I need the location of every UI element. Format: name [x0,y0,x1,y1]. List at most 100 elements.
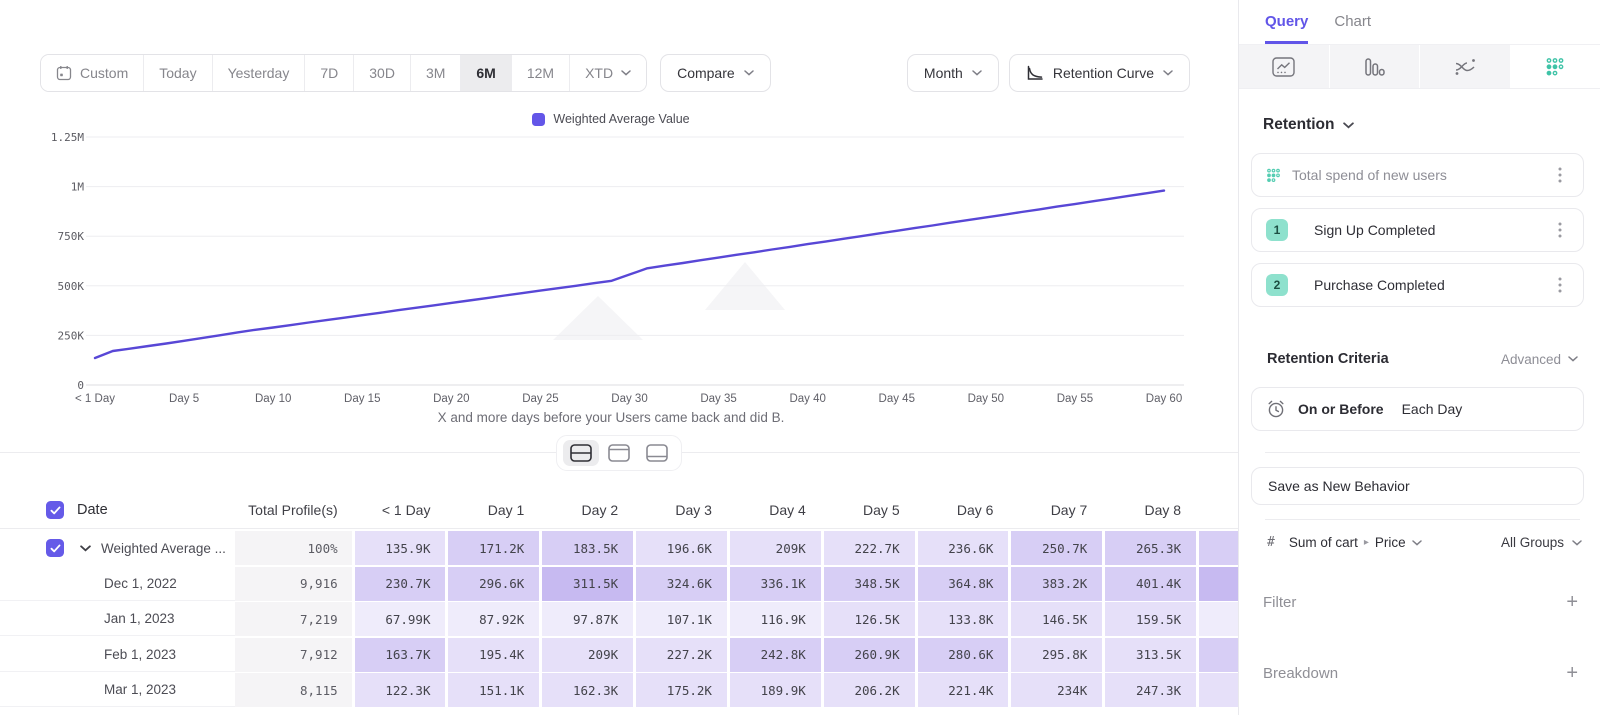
svg-text:Day 20: Day 20 [433,393,469,405]
behavior-name: Total spend of new users [1292,167,1447,183]
granularity-button[interactable]: Month [907,54,999,92]
bar-chart-icon [1363,57,1385,77]
svg-text:1M: 1M [71,181,85,194]
retention-value-cell: 151.1K [448,673,539,707]
range-12m[interactable]: 12M [511,55,569,91]
retention-value-cell: 122.3K [355,673,446,707]
retention-value-cell: 260.9K [824,638,915,672]
divider [1265,452,1580,453]
svg-text:Day 45: Day 45 [879,393,915,405]
retention-value-cell: 163.7K [355,638,446,672]
event-menu-button[interactable] [1549,219,1571,241]
filter-label: Filter [1263,594,1296,611]
behavior-menu-button[interactable] [1549,164,1571,186]
svg-text:Day 55: Day 55 [1057,393,1093,405]
svg-text:Day 25: Day 25 [522,393,558,405]
retention-value-cell: 183.5K [542,531,633,565]
chevron-down-icon [1568,356,1578,362]
x-axis-caption: X and more days before your Users came b… [36,410,1186,425]
event-card-signup[interactable]: 1 Sign Up Completed [1251,208,1584,252]
table-only-view-button[interactable] [639,440,675,466]
retention-section-header[interactable]: Retention [1263,116,1584,134]
event-index-badge: 2 [1266,274,1288,296]
divider [1265,519,1580,520]
chart-only-view-button[interactable] [601,440,637,466]
day-column-header: Day 3 [636,492,727,528]
row-label-cell: Dec 1, 2022 [0,567,235,601]
retention-value-cell: 236.6K [918,531,1009,565]
retention-value-cell: 265.3K [1105,531,1196,565]
check-icon [50,506,61,515]
day-column-header: < 1 Day [355,492,446,528]
overflow-cell [1199,567,1238,601]
svg-text:Day 60: Day 60 [1146,393,1182,405]
tab-chart[interactable]: Chart [1334,13,1371,44]
retention-value-cell: 364.8K [918,567,1009,601]
check-icon [50,544,61,553]
retention-value-cell: 227.2K [636,638,727,672]
compare-button[interactable]: Compare [660,54,771,92]
retention-value-cell: 67.99K [355,602,446,636]
behavior-dots-icon [1266,168,1281,183]
line-chart-icon [1272,57,1295,77]
retention-value-cell: 196.6K [636,531,727,565]
retention-chart-type-button[interactable] [1511,45,1600,88]
line-chart-type-button[interactable] [1239,45,1330,88]
range-3m[interactable]: 3M [410,55,460,91]
retention-analysis-app: CustomTodayYesterday7D30D3M6M12MXTD Comp… [0,0,1600,715]
total-profiles-column-header: Total Profile(s) [235,492,352,528]
range-7d[interactable]: 7D [304,55,353,91]
retention-criteria-card[interactable]: On or Before Each Day [1251,387,1584,431]
chevron-down-icon [621,70,631,76]
calendar-icon [56,65,72,81]
bar-chart-type-button[interactable] [1330,45,1421,88]
retention-value-cell: 162.3K [542,673,633,707]
split-view-icon [570,444,592,462]
criteria-window: Each Day [1402,401,1463,417]
retention-value-cell: 206.2K [824,673,915,707]
overflow-cell [1199,638,1238,672]
retention-value-cell: 159.5K [1105,602,1196,636]
advanced-dropdown[interactable]: Advanced [1501,352,1578,367]
expand-row-chevron[interactable] [80,545,91,552]
add-filter-button[interactable]: + [1566,592,1578,612]
add-breakdown-button[interactable]: + [1566,663,1578,683]
range-custom[interactable]: Custom [41,55,143,91]
chevron-down-icon [1163,70,1173,76]
range-6m[interactable]: 6M [460,55,510,91]
retention-line-chart[interactable]: 0250K500K750K1M1.25M< 1 DayDay 5Day 10Da… [36,128,1194,410]
tab-query[interactable]: Query [1265,13,1308,44]
retention-value-cell: 126.5K [824,602,915,636]
toolbar: CustomTodayYesterday7D30D3M6M12MXTD Comp… [40,54,1190,92]
svg-text:Day 30: Day 30 [611,393,647,405]
sidebar-tabs: Query Chart [1239,0,1600,45]
day-column-header: Day 5 [824,492,915,528]
range-30d[interactable]: 30D [353,55,410,91]
breakdown-section: Breakdown + [1263,663,1578,683]
split-view-button[interactable] [563,440,599,466]
event-card-purchase[interactable]: 2 Purchase Completed [1251,263,1584,307]
group-label: All Groups [1501,535,1564,550]
behavior-card[interactable]: Total spend of new users [1251,153,1584,197]
event-menu-button[interactable] [1549,274,1571,296]
save-as-new-behavior-button[interactable]: Save as New Behavior [1251,467,1584,505]
retention-value-cell: 336.1K [730,567,821,601]
measure-property-dropdown[interactable]: Sum of cart ▸ Price [1289,535,1422,550]
total-profiles-cell: 100% [235,531,352,565]
retention-value-cell: 209K [730,531,821,565]
svg-text:500K: 500K [58,280,85,293]
checkbox-checked[interactable] [46,501,64,519]
svg-text:Day 40: Day 40 [789,393,825,405]
legend-label: Weighted Average Value [553,112,689,126]
chevron-down-icon [1343,122,1354,129]
chart-type-button[interactable]: Retention Curve [1009,54,1190,92]
chart-legend[interactable]: Weighted Average Value [36,112,1186,126]
retention-grid-icon [1545,57,1565,77]
group-dropdown[interactable]: All Groups [1501,535,1582,550]
range-today[interactable]: Today [143,55,211,91]
range-yesterday[interactable]: Yesterday [212,55,305,91]
watermark-triangle [553,296,643,340]
checkbox-checked[interactable] [46,539,64,557]
range-xtd[interactable]: XTD [569,55,646,91]
flow-chart-type-button[interactable] [1420,45,1511,88]
